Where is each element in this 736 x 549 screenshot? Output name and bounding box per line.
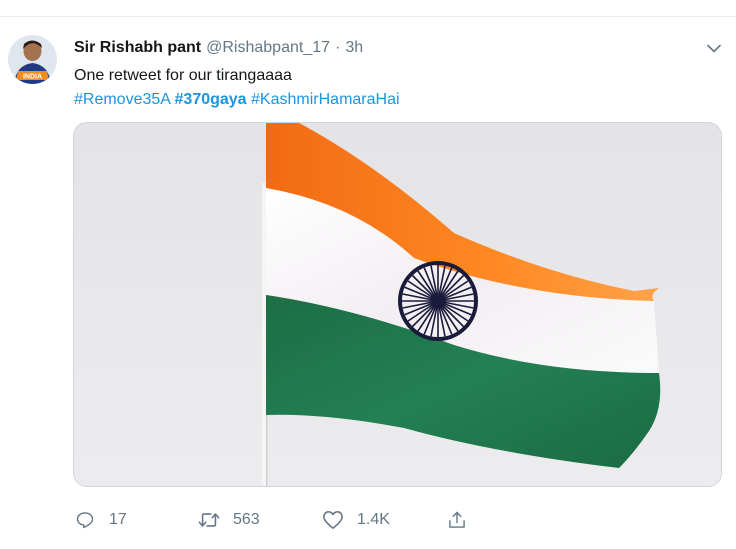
hashtag-link[interactable]: #Remove35A [74, 91, 170, 108]
reply-icon [74, 509, 96, 531]
tweet-card[interactable]: INDIA Sir Rishabh pant @Rishabpant_17 · … [0, 16, 736, 549]
like-icon [322, 509, 344, 531]
tweet-media[interactable] [73, 122, 722, 487]
share-button[interactable] [446, 509, 468, 531]
tweet-header: Sir Rishabh pant @Rishabpant_17 · 3h [74, 37, 363, 59]
hashtag-link[interactable]: #KashmirHamaraHai [251, 91, 400, 108]
separator-dot: · [335, 39, 341, 56]
retweet-button[interactable]: 563 [198, 509, 322, 531]
chevron-down-icon [707, 44, 721, 52]
author-name[interactable]: Sir Rishabh pant [74, 37, 201, 59]
like-count: 1.4K [357, 511, 390, 528]
avatar-image: INDIA [8, 35, 57, 84]
retweet-icon [198, 509, 220, 531]
indian-flag-image [74, 123, 721, 486]
hashtag-link[interactable]: #370gaya [175, 91, 247, 108]
reply-button[interactable]: 17 [74, 509, 198, 531]
more-options-button[interactable] [704, 39, 724, 57]
reply-count: 17 [109, 511, 127, 528]
author-handle[interactable]: @Rishabpant_17 [206, 37, 330, 59]
retweet-count: 563 [233, 511, 260, 528]
hashtag-line: #Remove35A #370gaya #KashmirHamaraHai [74, 88, 714, 112]
tweet-body: One retweet for our tirangaaaa [74, 67, 292, 84]
like-button[interactable]: 1.4K [322, 509, 446, 531]
share-icon [446, 509, 468, 531]
avatar[interactable]: INDIA [8, 35, 57, 84]
avatar-jersey-text: INDIA [23, 74, 42, 81]
tweet-text: One retweet for our tirangaaaa #Remove35… [74, 64, 714, 112]
tweet-timestamp[interactable]: 3h [345, 37, 363, 59]
tweet-actions: 17 563 1.4K [74, 507, 468, 533]
